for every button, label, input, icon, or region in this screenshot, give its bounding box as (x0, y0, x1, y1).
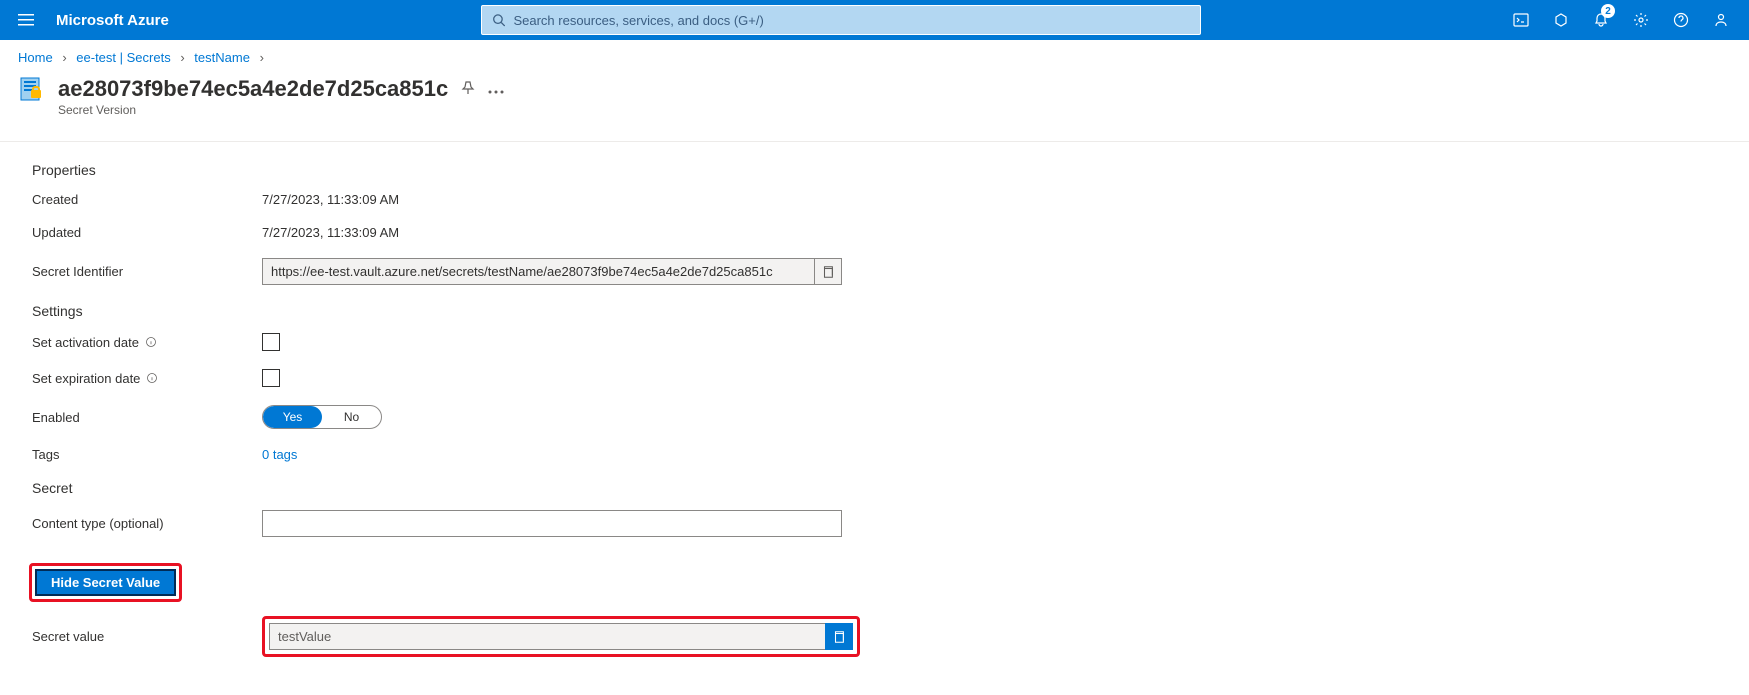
breadcrumb-secret[interactable]: testName (194, 50, 250, 65)
label-updated: Updated (32, 225, 262, 240)
chevron-right-icon: › (62, 50, 66, 65)
value-created: 7/27/2023, 11:33:09 AM (262, 192, 399, 207)
copy-identifier-button[interactable] (814, 258, 842, 285)
hide-secret-highlight: Hide Secret Value (29, 563, 182, 602)
info-icon[interactable] (145, 336, 157, 348)
breadcrumb-home[interactable]: Home (18, 50, 53, 65)
more-icon[interactable] (488, 82, 504, 97)
feedback-icon[interactable] (1701, 0, 1741, 40)
label-content-type: Content type (optional) (32, 516, 262, 531)
info-icon[interactable] (146, 372, 158, 384)
directory-icon[interactable] (1541, 0, 1581, 40)
label-enabled: Enabled (32, 410, 262, 425)
search-input[interactable] (513, 13, 1189, 28)
enabled-no[interactable]: No (322, 406, 381, 428)
secret-value-input[interactable] (269, 623, 825, 650)
page-title: ae28073f9be74ec5a4e2de7d25ca851c (58, 76, 448, 102)
brand-label[interactable]: Microsoft Azure (44, 12, 181, 29)
tags-link[interactable]: 0 tags (262, 447, 297, 462)
label-tags: Tags (32, 447, 262, 462)
breadcrumb: Home › ee-test | Secrets › testName › (0, 40, 1749, 71)
activation-date-checkbox[interactable] (262, 333, 280, 351)
copy-icon (821, 265, 835, 279)
secret-version-icon (18, 75, 46, 103)
label-created: Created (32, 192, 262, 207)
enabled-toggle[interactable]: Yes No (262, 405, 382, 429)
section-properties: Properties (32, 162, 1717, 178)
copy-secret-button[interactable] (825, 623, 853, 650)
label-secret-identifier: Secret Identifier (32, 264, 262, 279)
breadcrumb-keyvault[interactable]: ee-test | Secrets (76, 50, 170, 65)
label-secret-value: Secret value (32, 629, 262, 644)
page-subtitle: Secret Version (0, 103, 1749, 117)
notifications-icon[interactable]: 2 (1581, 0, 1621, 40)
section-settings: Settings (32, 303, 1717, 319)
section-secret: Secret (32, 480, 1717, 496)
secret-identifier-input[interactable] (262, 258, 814, 285)
value-updated: 7/27/2023, 11:33:09 AM (262, 225, 399, 240)
chevron-right-icon: › (180, 50, 184, 65)
cloud-shell-icon[interactable] (1501, 0, 1541, 40)
pin-icon[interactable] (460, 80, 476, 99)
secret-value-highlight (262, 616, 860, 657)
search-icon (492, 13, 506, 27)
content-type-input[interactable] (262, 510, 842, 537)
menu-icon[interactable] (8, 12, 44, 28)
help-icon[interactable] (1661, 0, 1701, 40)
copy-icon (832, 630, 846, 644)
top-bar: Microsoft Azure 2 (0, 0, 1749, 40)
hide-secret-button[interactable]: Hide Secret Value (35, 569, 176, 596)
chevron-right-icon: › (260, 50, 264, 65)
settings-icon[interactable] (1621, 0, 1661, 40)
expiration-date-checkbox[interactable] (262, 369, 280, 387)
label-activation-date: Set activation date (32, 335, 262, 350)
label-expiration-date: Set expiration date (32, 371, 262, 386)
global-search[interactable] (481, 5, 1201, 35)
notification-badge: 2 (1601, 4, 1615, 18)
enabled-yes[interactable]: Yes (263, 406, 322, 428)
